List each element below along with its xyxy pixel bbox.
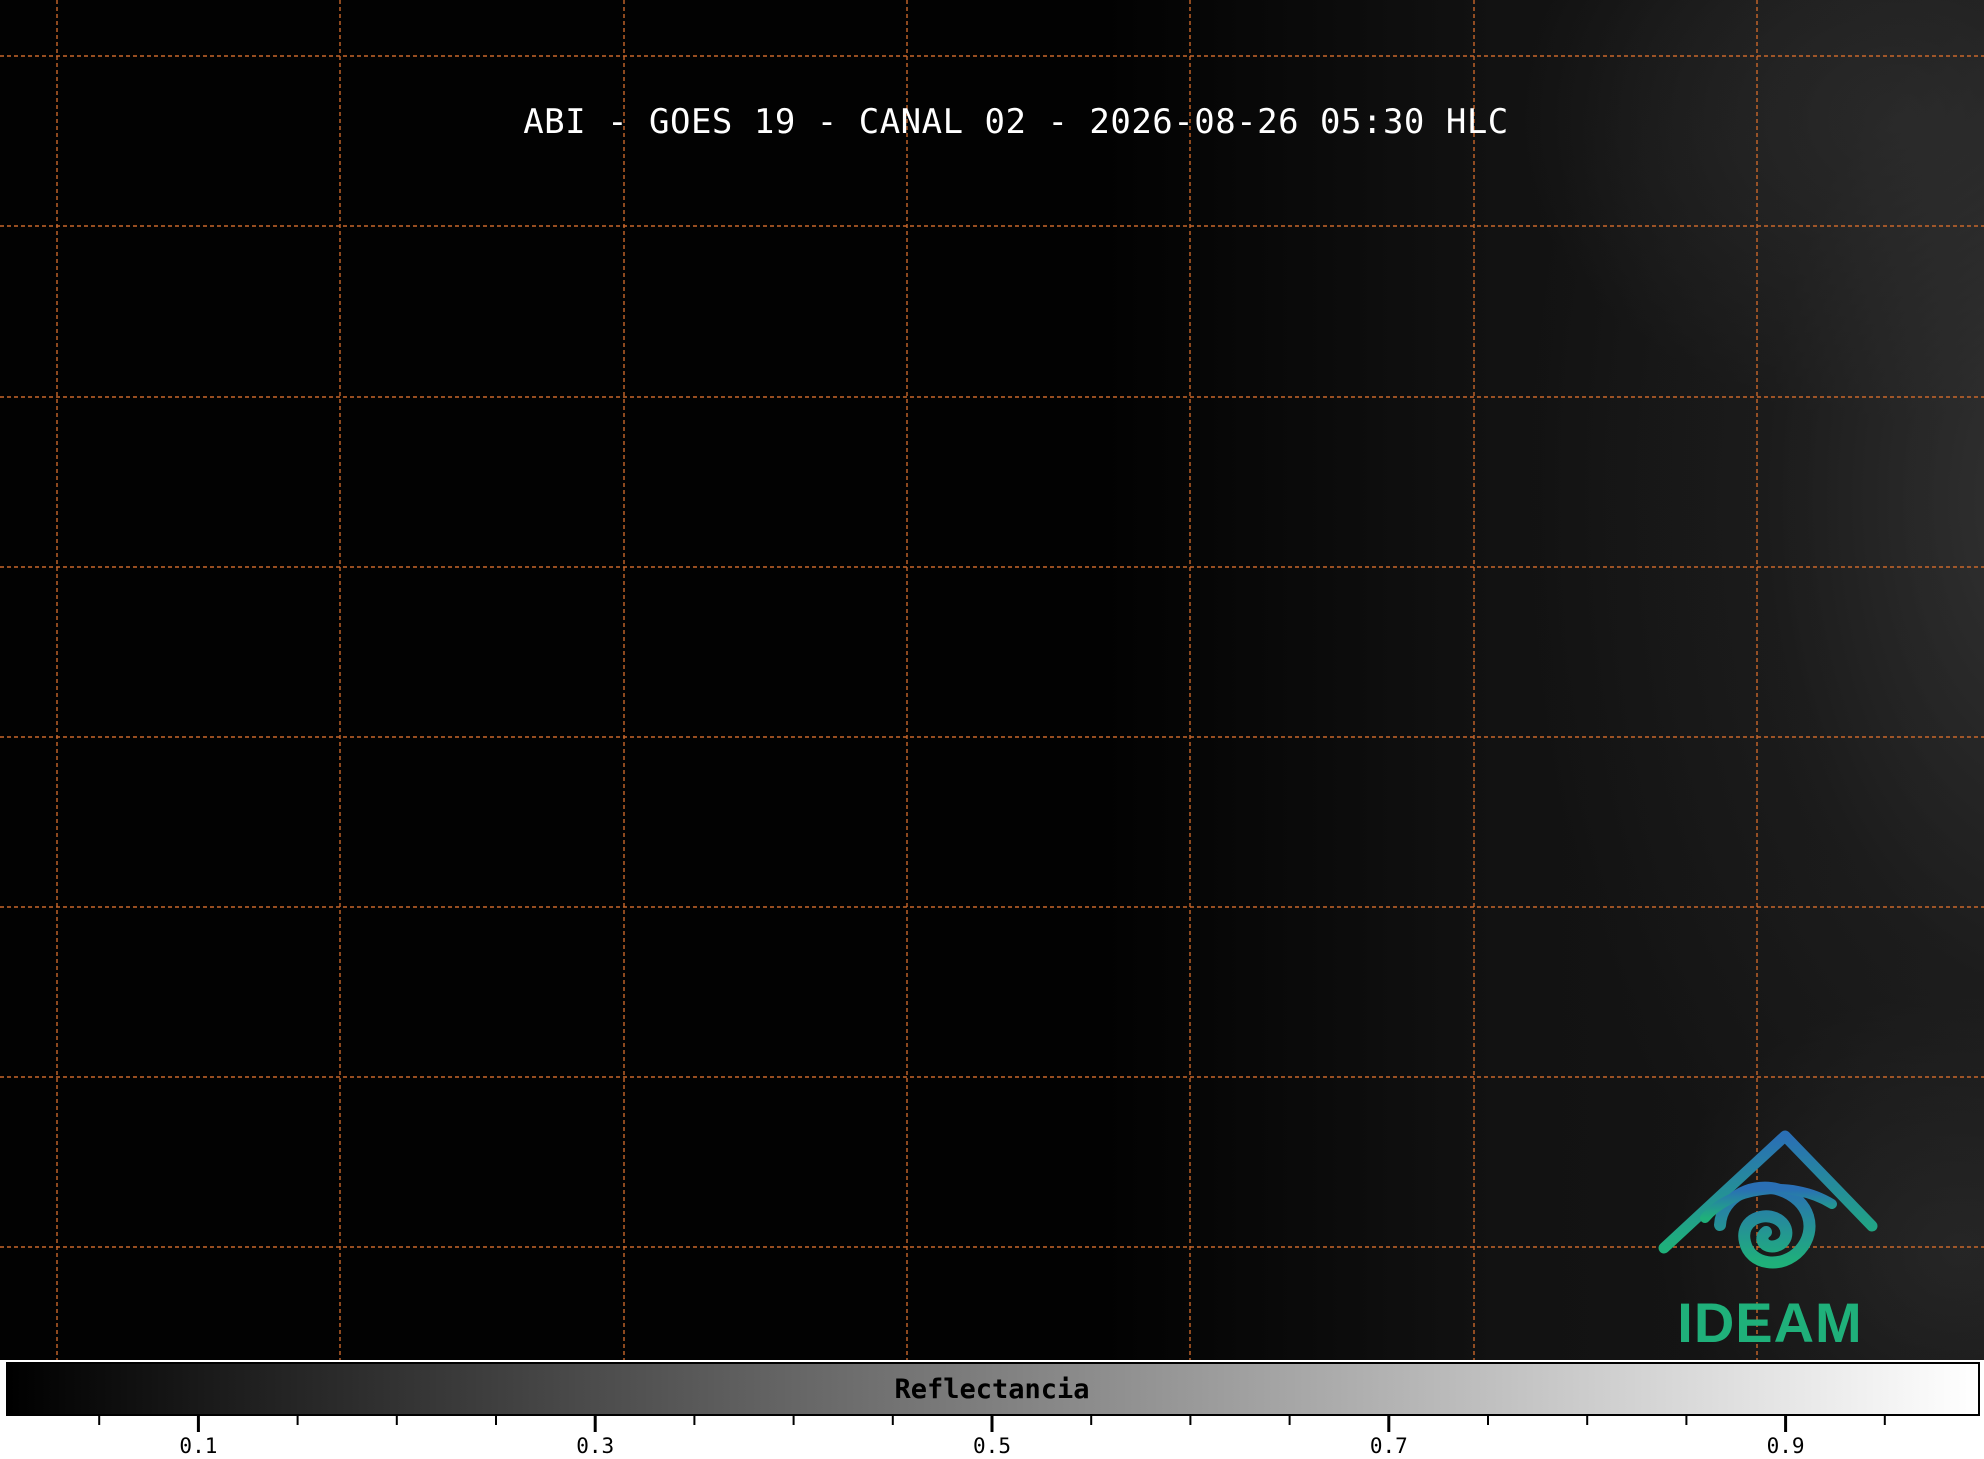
ideam-emblem-icon: [1658, 1130, 1878, 1269]
tick-label: 0.3: [576, 1434, 615, 1458]
ideam-logo: IDEAM: [1650, 1130, 1890, 1355]
tick-label: 0.1: [179, 1434, 218, 1458]
tick-label: 0.9: [1766, 1434, 1805, 1458]
colorbar-axis: [98, 1416, 1886, 1432]
satellite-image-view: ABI - GOES 19 - CANAL 02 - 2026-08-26 05…: [0, 0, 1984, 1459]
tick-label: 0.5: [973, 1434, 1011, 1458]
tick-label: 0.7: [1369, 1434, 1408, 1458]
colorbar-label: Reflectancia: [894, 1374, 1090, 1405]
ideam-logo-text: IDEAM: [1677, 1291, 1863, 1354]
satellite-map: ABI - GOES 19 - CANAL 02 - 2026-08-26 05…: [0, 0, 1984, 1360]
map-title: ABI - GOES 19 - CANAL 02 - 2026-08-26 05…: [523, 102, 1509, 142]
